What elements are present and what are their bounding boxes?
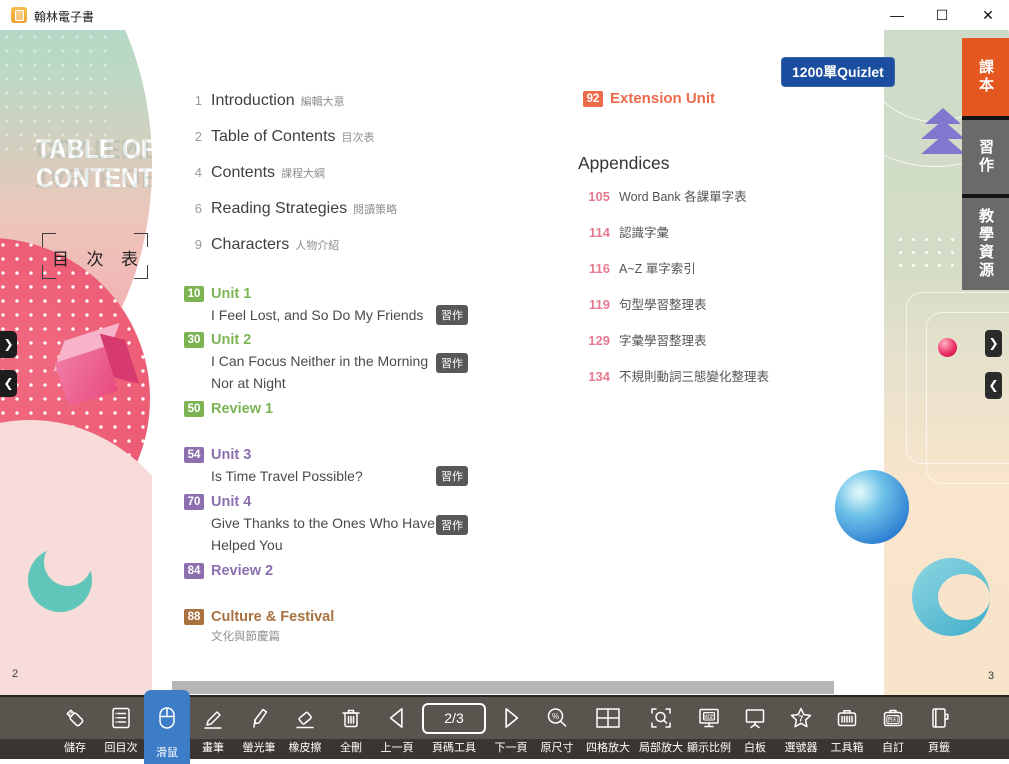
title-bar: 翰林電子書 — ☐ ✕ (0, 0, 1009, 30)
crescent-decoration (912, 558, 990, 636)
toolbox-button[interactable]: 工具箱 (824, 697, 870, 759)
original-size-button[interactable]: % 原尺寸 (534, 697, 580, 759)
appendices-heading: Appendices (578, 153, 669, 174)
toc-entry-vocabulary[interactable]: 114 認識字彙 (584, 222, 669, 241)
app-title: 翰林電子書 (34, 8, 94, 25)
crescent-decoration (28, 548, 92, 612)
app-icon (11, 7, 27, 23)
usb-save-icon (62, 700, 88, 736)
toc-entry-word-bank[interactable]: 105 Word Bank 各課單字表 (584, 186, 747, 205)
zoom-percent-icon: % (544, 700, 570, 736)
toc-entry-unit3[interactable]: 54 Unit 3 Is Time Travel Possible? 習作 (184, 446, 470, 488)
quizlet-button[interactable]: 1200單Quizlet (781, 57, 895, 87)
page-tabs-button[interactable]: 頁籤 (916, 697, 962, 759)
toc-entry-unit4[interactable]: 70 Unit 4 Give Thanks to the Ones Who Ha… (184, 493, 470, 557)
svg-text:固定: 固定 (703, 712, 715, 720)
prev-page-icon (383, 700, 411, 736)
toc-entry-sentence-patterns[interactable]: 119 句型學習整理表 (584, 294, 707, 313)
toc-entry-vocab-summary[interactable]: 129 字彙學習整理表 (584, 330, 707, 349)
highlighter-tool-button[interactable]: 螢光筆 (236, 697, 282, 759)
previous-page-button[interactable]: 上一頁 (374, 697, 420, 759)
toc-entry-irregular-verbs[interactable]: 134 不規則動詞三態變化整理表 (584, 366, 769, 385)
side-tab-rail: 課本 習作 教學資源 (962, 38, 1009, 290)
toolbox-icon (834, 700, 860, 736)
left-page-decoration: TABLE OF CONTENTS TABLE OF CONTENTS 目 次 … (0, 30, 152, 695)
nav-back-left-edge[interactable]: ❮ (0, 370, 17, 397)
eraser-icon (292, 700, 318, 736)
display-ratio-button[interactable]: 固定 顯示比例 (686, 697, 732, 759)
svg-text:%: % (552, 712, 559, 721)
toc-deco-title-reflection: TABLE OF CONTENTS (36, 134, 152, 192)
tab-textbook[interactable]: 課本 (962, 38, 1009, 116)
region-zoom-icon (648, 700, 674, 736)
tab-workbook[interactable]: 習作 (962, 120, 1009, 194)
mouse-tool-button[interactable]: 滑鼠 (144, 690, 190, 764)
toc-entry-reading-strategies[interactable]: 6 Reading Strategies 閱讀策略 (184, 200, 397, 218)
toc-entry-characters[interactable]: 9 Characters 人物介紹 (184, 236, 339, 254)
nav-back-right-edge[interactable]: ❮ (985, 372, 1002, 399)
workbook-badge[interactable]: 習作 (436, 515, 468, 535)
highlighter-icon (246, 700, 272, 736)
page-number-tool[interactable]: 2/3 頁碼工具 (420, 697, 488, 759)
red-sphere-decoration (938, 338, 957, 357)
delete-all-button[interactable]: 全刪 (328, 697, 374, 759)
quad-zoom-button[interactable]: 四格放大 (580, 697, 636, 759)
toc-entry-unit2[interactable]: 30 Unit 2 I Can Focus Neither in the Mor… (184, 331, 470, 395)
workbook-badge[interactable]: 習作 (436, 305, 468, 325)
toc-entry-unit1[interactable]: 10 Unit 1 I Feel Lost, and So Do My Frie… (184, 285, 470, 327)
dots-pattern-decoration (894, 233, 972, 277)
bottom-toolbar: 儲存 回目次 滑鼠 畫筆 螢光筆 橡皮擦 全刪 (0, 695, 1009, 759)
pen-tool-button[interactable]: 畫筆 (190, 697, 236, 759)
toc-entry-review1[interactable]: 50 Review 1 (184, 400, 470, 418)
mouse-icon (154, 700, 180, 736)
whiteboard-icon (742, 700, 768, 736)
pen-icon (200, 700, 226, 736)
trash-icon (338, 700, 364, 736)
region-zoom-button[interactable]: 局部放大 (636, 697, 686, 759)
page-tab-icon (926, 700, 952, 736)
page-number-right: 3 (988, 670, 994, 682)
svg-text:7: 7 (799, 714, 804, 724)
toc-entry-contents[interactable]: 4 Contents 課程大綱 (184, 164, 325, 182)
toc-entry-table-of-contents[interactable]: 2 Table of Contents 目次表 (184, 128, 375, 146)
toc-entry-az-index[interactable]: 116 A~Z 單字索引 (584, 258, 696, 277)
nav-forward-right-edge[interactable]: ❯ (985, 330, 1002, 357)
triangle-stack-decoration (920, 112, 966, 154)
toc-deco-title-zh: 目 次 表 (42, 233, 148, 279)
close-button[interactable]: ✕ (971, 0, 1005, 30)
quad-zoom-icon (593, 700, 623, 736)
custom-tools-button[interactable]: 自訂 自訂 (870, 697, 916, 759)
toc-entry-culture-festival[interactable]: 88 Culture & Festival 文化與節慶篇 (184, 608, 470, 647)
star-number-icon: 7 (788, 700, 814, 736)
number-picker-button[interactable]: 7 選號器 (778, 697, 824, 759)
toc-entry-review2[interactable]: 84 Review 2 (184, 562, 470, 580)
page-indicator: 2/3 (422, 703, 486, 734)
toc-entry-introduction[interactable]: 1 Introduction 編輯大意 (184, 92, 345, 110)
page-number-box: 2/3 (422, 700, 486, 736)
workbook-badge[interactable]: 習作 (436, 466, 468, 486)
next-page-button[interactable]: 下一頁 (488, 697, 534, 759)
display-ratio-icon: 固定 (696, 700, 722, 736)
maximize-button[interactable]: ☐ (925, 0, 959, 30)
toc-entry-extension-unit[interactable]: 92 Extension Unit (583, 90, 803, 109)
tab-teaching-resources[interactable]: 教學資源 (962, 198, 1009, 290)
page-number-left: 2 (12, 668, 18, 680)
eraser-tool-button[interactable]: 橡皮擦 (282, 697, 328, 759)
custom-toolbox-icon: 自訂 (880, 700, 906, 736)
next-page-icon (497, 700, 525, 736)
book-spread: TABLE OF CONTENTS TABLE OF CONTENTS 目 次 … (0, 30, 1009, 695)
toc-icon (108, 700, 134, 736)
svg-text:自訂: 自訂 (887, 716, 899, 724)
workbook-badge[interactable]: 習作 (436, 353, 468, 373)
blue-sphere-decoration (835, 470, 909, 544)
save-button[interactable]: 儲存 (52, 697, 98, 759)
horizontal-scrollbar[interactable] (172, 681, 834, 694)
nav-forward-left-edge[interactable]: ❯ (0, 331, 17, 358)
whiteboard-button[interactable]: 白板 (732, 697, 778, 759)
minimize-button[interactable]: — (880, 0, 914, 30)
back-to-toc-button[interactable]: 回目次 (98, 697, 144, 759)
